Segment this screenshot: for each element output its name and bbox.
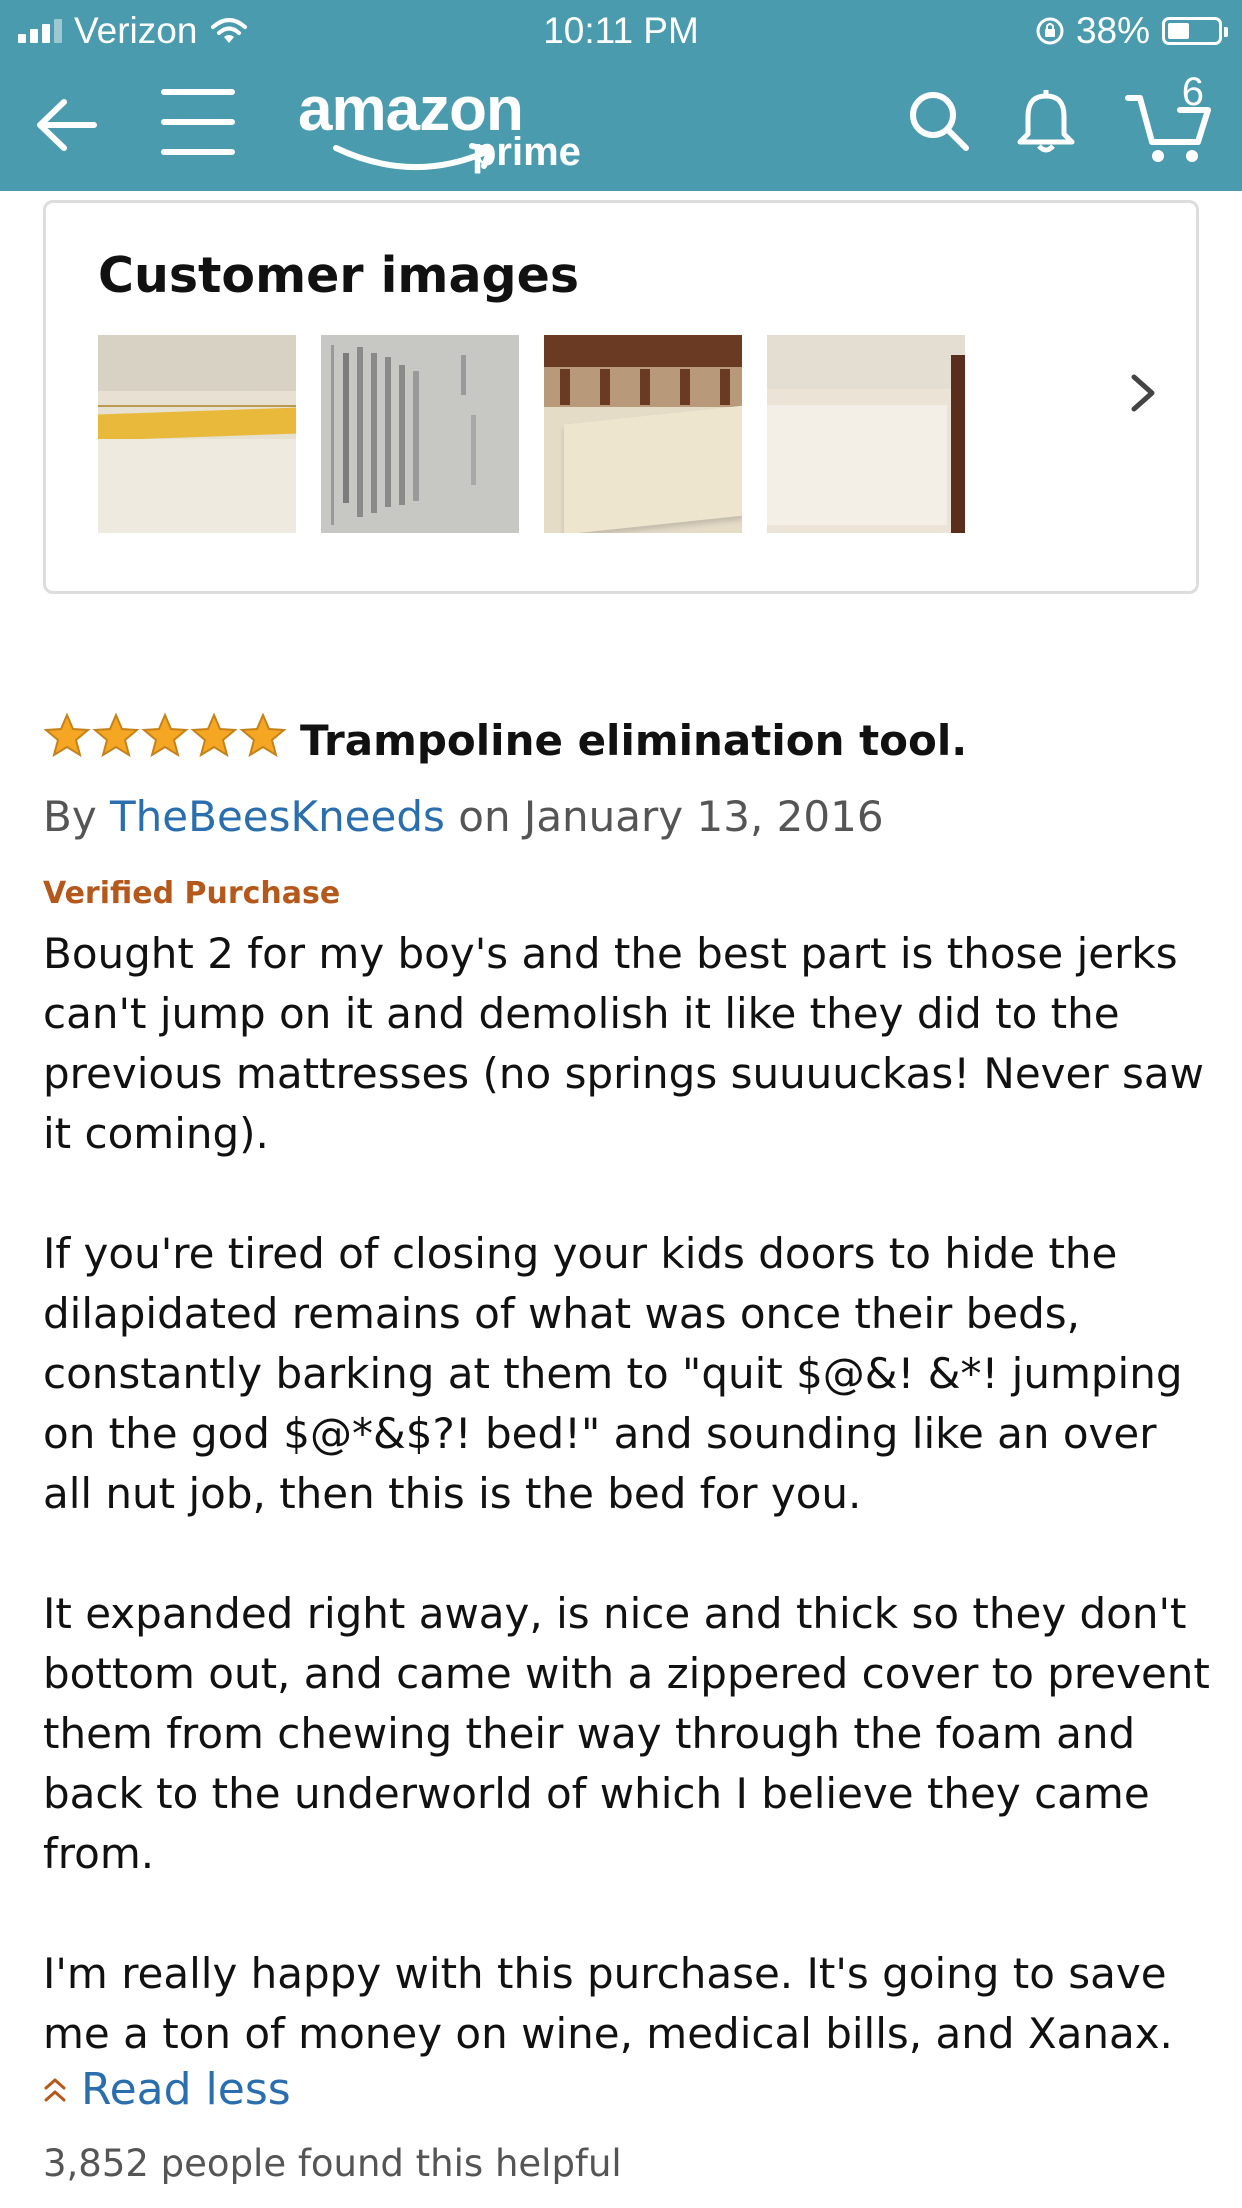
customer-images-title: Customer images bbox=[98, 247, 580, 304]
battery-percent: 38% bbox=[1075, 10, 1150, 51]
review-paragraph: If you're tired of closing your kids doo… bbox=[43, 1229, 1183, 1518]
star-icon bbox=[92, 712, 140, 758]
customer-image-1[interactable] bbox=[98, 335, 296, 533]
chevron-right-icon[interactable] bbox=[1128, 371, 1158, 415]
read-less-label: Read less bbox=[81, 2064, 291, 2115]
review-paragraph: Bought 2 for my boy's and the best part … bbox=[43, 929, 1204, 1158]
review-paragraph: I'm really happy with this purchase. It'… bbox=[43, 1949, 1173, 2058]
search-icon[interactable] bbox=[906, 88, 970, 152]
customer-image-4[interactable] bbox=[767, 335, 965, 533]
review-paragraph: It expanded right away, is nice and thic… bbox=[43, 1589, 1210, 1878]
customer-image-2[interactable] bbox=[321, 335, 519, 533]
app-header: amazon prime 6 bbox=[0, 62, 1242, 191]
top-bar: Verizon 10:11 PM 38% amazon prime 6 bbox=[0, 0, 1242, 191]
customer-images-card: Customer images bbox=[43, 200, 1199, 594]
star-icon bbox=[43, 712, 91, 758]
cart-count: 6 bbox=[1181, 70, 1204, 114]
status-bar: Verizon 10:11 PM 38% bbox=[0, 0, 1242, 62]
customer-images-list bbox=[98, 335, 965, 533]
bell-icon[interactable] bbox=[1014, 84, 1078, 156]
status-right: 38% bbox=[1034, 10, 1228, 52]
author-link[interactable]: TheBeesKneeds bbox=[110, 792, 445, 841]
review-date: on January 13, 2016 bbox=[458, 792, 884, 841]
back-arrow-icon[interactable] bbox=[32, 90, 102, 160]
logo-sub: prime bbox=[472, 130, 581, 174]
double-chevron-up-icon bbox=[44, 2078, 66, 2101]
helpful-count: 3,852 people found this helpful bbox=[43, 2142, 622, 2185]
review-byline: By TheBeesKneeds on January 13, 2016 bbox=[43, 792, 884, 841]
review-body: Bought 2 for my boy's and the best part … bbox=[43, 924, 1213, 2064]
menu-icon[interactable] bbox=[160, 82, 236, 162]
star-icon bbox=[190, 712, 238, 758]
review-title: Trampoline elimination tool. bbox=[300, 716, 968, 765]
by-prefix: By bbox=[43, 792, 97, 841]
orientation-lock-icon bbox=[1036, 17, 1064, 45]
verified-purchase-badge: Verified Purchase bbox=[43, 876, 341, 911]
star-icon bbox=[141, 712, 189, 758]
star-icon bbox=[239, 712, 287, 758]
star-rating bbox=[43, 712, 287, 758]
customer-image-3[interactable] bbox=[544, 335, 742, 533]
battery-icon bbox=[1162, 17, 1228, 45]
read-less-link[interactable]: Read less bbox=[43, 2064, 291, 2115]
